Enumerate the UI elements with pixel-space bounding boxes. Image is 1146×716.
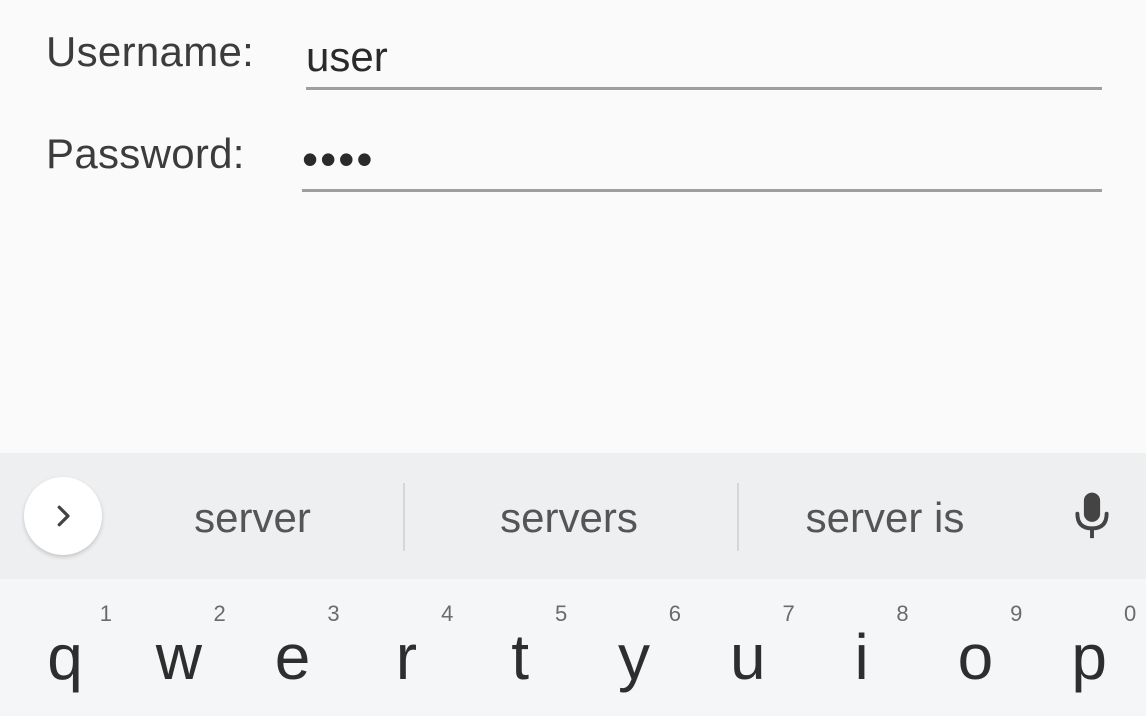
- key-letter: u: [730, 621, 766, 693]
- key-letter: e: [274, 621, 311, 693]
- microphone-icon: [1075, 492, 1109, 539]
- key-i[interactable]: 8i: [805, 579, 919, 716]
- voice-input-button[interactable]: [1064, 489, 1120, 545]
- suggestion-divider: [403, 483, 405, 551]
- username-input[interactable]: [306, 10, 1102, 90]
- password-input[interactable]: [302, 112, 1102, 192]
- key-p[interactable]: 0p: [1032, 579, 1146, 716]
- expand-suggestions-button[interactable]: [24, 477, 102, 555]
- suggestion-divider: [737, 483, 739, 551]
- key-t[interactable]: 5t: [463, 579, 577, 716]
- key-letter: y: [618, 621, 650, 693]
- key-w[interactable]: 2w: [122, 579, 236, 716]
- suggestion-2[interactable]: servers: [460, 493, 678, 543]
- username-label: Username:: [46, 28, 255, 75]
- key-r[interactable]: 4r: [349, 579, 463, 716]
- keyboard: 1q2w3e4r5t6y7u8i9o0p: [0, 579, 1146, 716]
- key-letter: i: [854, 621, 869, 693]
- key-letter: t: [511, 621, 530, 693]
- key-letter: o: [957, 621, 994, 693]
- key-e[interactable]: 3e: [236, 579, 350, 716]
- key-q[interactable]: 1q: [8, 579, 122, 716]
- key-letter: p: [1071, 621, 1107, 693]
- key-u[interactable]: 7u: [691, 579, 805, 716]
- username-row: Username:: [46, 10, 1102, 100]
- suggestion-3[interactable]: server is: [780, 493, 990, 543]
- key-y[interactable]: 6y: [577, 579, 691, 716]
- suggestion-1[interactable]: server: [150, 493, 355, 543]
- key-letter: r: [395, 621, 418, 693]
- key-letter: w: [155, 621, 202, 693]
- suggestion-strip: server servers server is: [0, 453, 1146, 579]
- password-label: Password:: [46, 130, 245, 177]
- password-row: Password:: [46, 112, 1102, 202]
- login-screen: Username: Password: server servers serve…: [0, 0, 1146, 716]
- key-o[interactable]: 9o: [918, 579, 1032, 716]
- chevron-right-icon: [57, 505, 70, 527]
- key-letter: q: [47, 621, 83, 693]
